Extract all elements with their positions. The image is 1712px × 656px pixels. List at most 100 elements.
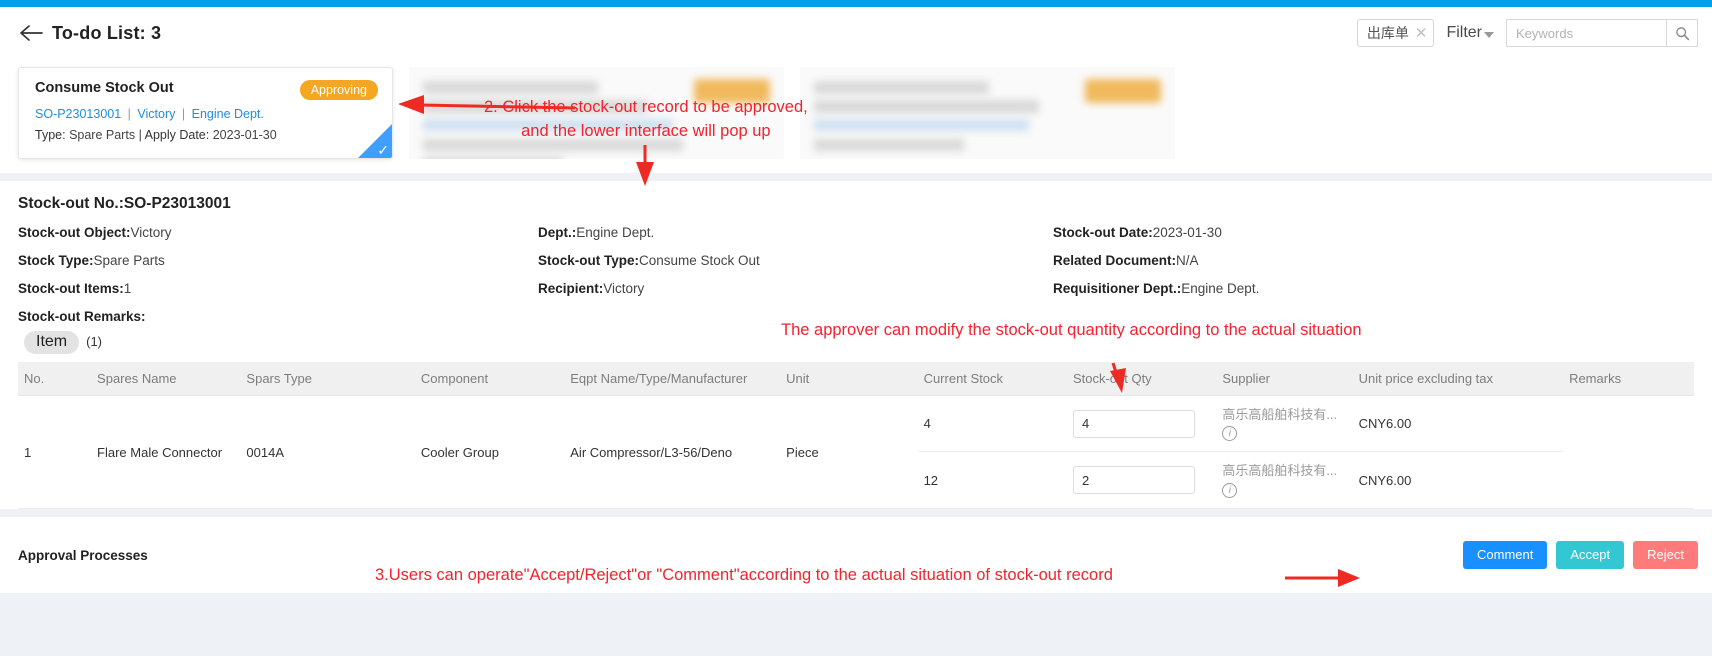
cell-supplier-group: 高乐高船舶科技有... i 高乐高船舶科技有... i (1216, 395, 1353, 509)
table-header-row: No. Spares Name Spars Type Component Eqp… (18, 362, 1694, 396)
todo-card-list: Consume Stock Out Approving SO-P23013001… (0, 59, 1712, 173)
card-meta: Type: Spare Parts | Apply Date: 2023-01-… (35, 128, 378, 142)
sub-row-qty (1067, 452, 1216, 508)
info-field: Recipient:Victory (538, 281, 1053, 296)
annotation-step-3: 3.Users can operate"Accept/Reject"or "Co… (375, 566, 1113, 584)
tab-item[interactable]: Item (24, 331, 80, 354)
card-doc-no[interactable]: SO-P23013001 (35, 107, 121, 121)
card-dept[interactable]: Engine Dept. (192, 107, 264, 121)
sub-row-supplier: 高乐高船舶科技有... i (1216, 452, 1352, 508)
todo-card-blurred-2[interactable] (800, 67, 1175, 159)
stock-out-detail-panel: Stock-out No.:SO-P23013001 Stock-out Obj… (0, 181, 1712, 509)
check-icon: ✓ (377, 142, 389, 158)
page-title: To-do List: 3 (52, 22, 162, 43)
filter-label: Filter (1446, 24, 1482, 41)
info-value: 1 (123, 281, 132, 296)
tab-item-count: (1) (86, 334, 103, 349)
cell-spares-name: Flare Male Connector (91, 395, 241, 509)
info-value: Engine Dept. (576, 225, 655, 240)
card-date-label: Apply Date: (144, 128, 210, 143)
info-value: 2023-01-30 (1152, 225, 1222, 240)
back-arrow-icon[interactable] (18, 20, 44, 46)
info-field: Stock-out Type:Consume Stock Out (538, 253, 1053, 268)
search-icon (1675, 26, 1689, 40)
col-current-stock: Current Stock (917, 362, 1067, 396)
stockout-qty-input-1[interactable] (1072, 409, 1195, 438)
info-field: Requisitioner Dept.:Engine Dept. (1053, 281, 1694, 296)
todo-card-selected[interactable]: Consume Stock Out Approving SO-P23013001… (18, 67, 393, 159)
info-key: Stock-out Type: (538, 253, 639, 268)
info-key: Stock-out Object: (18, 225, 131, 240)
accept-button[interactable]: Accept (1556, 541, 1625, 569)
card-type-label: Type: (35, 128, 66, 143)
filter-tag-label: 出库单 (1366, 25, 1409, 41)
col-spars-type: Spars Type (240, 362, 415, 396)
card-sep-2: | (181, 107, 186, 122)
sub-row-supplier: 高乐高船舶科技有... i (1216, 396, 1353, 452)
info-field: Stock-out Object:Victory (18, 225, 538, 240)
info-value: Victory (130, 225, 172, 240)
search-input[interactable] (1506, 19, 1666, 47)
col-spares-name: Spares Name (91, 362, 241, 396)
filter-tag-chukudan[interactable]: 出库单 ✕ (1356, 19, 1435, 47)
col-no: No. (18, 362, 92, 396)
card-vessel[interactable]: Victory (137, 107, 175, 121)
info-icon[interactable]: i (1222, 426, 1238, 442)
detail-title: Stock-out No.:SO-P23013001 (18, 195, 231, 212)
page-header: To-do List: 3 出库单 ✕ Filter (0, 7, 1712, 59)
header-controls: 出库单 ✕ Filter (1356, 19, 1698, 47)
info-key: Requisitioner Dept.: (1053, 281, 1182, 296)
reject-button[interactable]: Reject (1633, 541, 1698, 569)
cell-unit: Piece (780, 395, 918, 509)
info-key: Stock Type: (18, 253, 94, 268)
card-meta-sep: | (138, 128, 142, 143)
col-stockout-qty: Stock-out Qty (1066, 362, 1217, 396)
detail-info-grid: Stock-out Object:Victory Dept.:Engine De… (18, 225, 1694, 296)
card-header: Consume Stock Out Approving (35, 80, 378, 101)
info-field: Dept.:Engine Dept. (538, 225, 1053, 240)
sub-row-current-stock: 4 (917, 396, 1067, 452)
cell-eqpt: Air Compressor/L3-56/Deno (564, 395, 781, 509)
info-value: Consume Stock Out (639, 253, 760, 268)
cell-component: Cooler Group (414, 395, 565, 509)
card-links: SO-P23013001 | Victory | Engine Dept. (35, 107, 378, 121)
info-value: Engine Dept. (1181, 281, 1260, 296)
info-field: Stock-out Date:2023-01-30 (1053, 225, 1694, 240)
stockout-qty-input-2[interactable] (1072, 466, 1195, 494)
cell-remarks (1563, 395, 1694, 509)
cell-current-stock-group: 4 12 (917, 395, 1067, 509)
items-table: No. Spares Name Spars Type Component Eqp… (18, 362, 1694, 509)
filter-dropdown[interactable]: Filter (1446, 24, 1494, 42)
info-field: Stock Type:Spare Parts (18, 253, 538, 268)
col-remarks: Remarks (1563, 362, 1694, 396)
info-icon[interactable]: i (1222, 482, 1238, 498)
sub-row-current-stock: 12 (923, 472, 939, 488)
info-key: Stock-out Items: (18, 281, 124, 296)
card-title: Consume Stock Out (35, 80, 174, 96)
chevron-down-icon (1484, 32, 1494, 38)
annotation-step-2-line-2: and the lower interface will pop up (521, 121, 771, 140)
comment-button[interactable]: Comment (1463, 541, 1548, 569)
approval-actions: Comment Accept Reject (1463, 541, 1698, 569)
sub-row-price: CNY6.00 (1352, 396, 1564, 452)
close-icon[interactable]: ✕ (1415, 26, 1428, 41)
col-eqpt: Eqpt Name/Type/Manufacturer (564, 362, 781, 396)
search-box (1506, 19, 1698, 47)
top-accent-bar (0, 0, 1712, 7)
annotation-qty-note: The approver can modify the stock-out qu… (781, 321, 1362, 339)
info-value: N/A (1176, 253, 1199, 268)
info-value: Spare Parts (93, 253, 165, 268)
card-date-value: 2023-01-30 (212, 128, 277, 143)
supplier-name: 高乐高船舶科技有... (1222, 463, 1338, 479)
info-value: Victory (603, 281, 645, 296)
cell-no: 1 (18, 395, 92, 509)
info-field: Stock-out Items:1 (18, 281, 538, 296)
table-row: 1 Flare Male Connector 0014A Cooler Grou… (18, 395, 1694, 509)
cell-stockout-qty-group (1066, 395, 1217, 509)
sub-row-price: CNY6.00 (1358, 472, 1412, 488)
card-sep-1: | (127, 107, 131, 122)
approval-processes-title: Approval Processes (18, 547, 148, 563)
info-key: Related Document: (1053, 253, 1177, 268)
search-button[interactable] (1666, 19, 1698, 47)
info-field: Related Document:N/A (1053, 253, 1694, 268)
